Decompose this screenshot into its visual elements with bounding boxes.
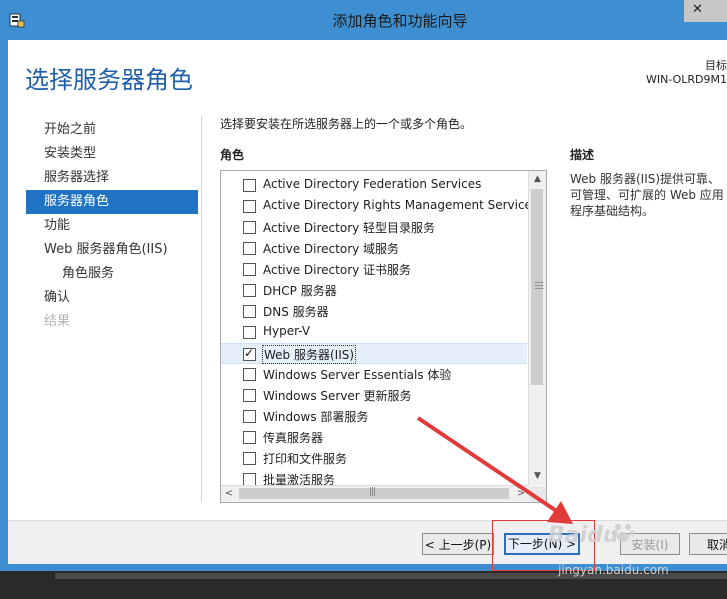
- watermark-url: jingyan.baidu.com: [558, 563, 669, 577]
- baidu-watermark: Baidu jingyan.baidu.com: [548, 523, 669, 577]
- red-arrow-annotation-icon: [416, 416, 573, 524]
- watermark-logo-text: Baidu: [548, 523, 619, 548]
- paw-icon: [611, 524, 635, 542]
